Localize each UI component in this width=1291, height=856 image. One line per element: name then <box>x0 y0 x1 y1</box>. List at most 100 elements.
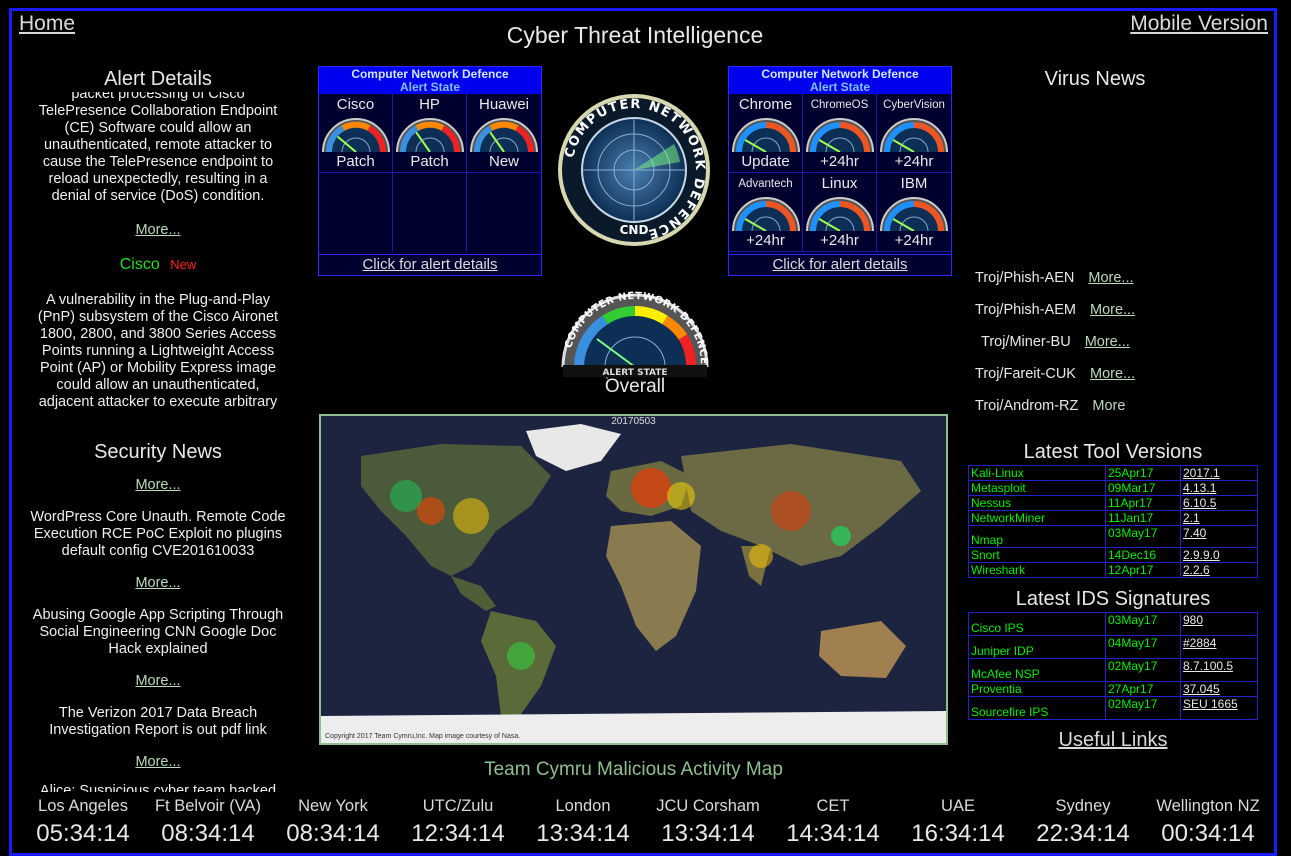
cnd-emblem-icon: COMPUTER NETWORK DEFENCE CND <box>558 94 710 246</box>
alert-vendor-line: Cisco New <box>28 256 288 274</box>
empty-cell <box>467 173 541 252</box>
ids-name: Juniper IDP <box>968 635 1106 659</box>
virus-item: Troj/Fareit-CUK More... <box>975 366 1135 382</box>
alert-details-link[interactable]: Click for alert details <box>729 254 951 275</box>
ids-name: McAfee NSP <box>968 658 1106 682</box>
clock-time: 00:34:14 <box>1161 820 1255 847</box>
ids-date: 03May17 <box>1105 612 1181 636</box>
virus-more-link[interactable]: More... <box>1090 366 1135 382</box>
vendor-cell-hp[interactable]: HP Patch <box>393 94 467 173</box>
alert-more-link[interactable]: More... <box>28 222 288 238</box>
alert-panel-vendors-right: Computer Network Defence Alert State Chr… <box>728 66 952 276</box>
gauge-icon <box>395 116 465 152</box>
security-more-link[interactable]: More... <box>28 575 288 591</box>
tool-version-link[interactable]: 7.40 <box>1180 525 1258 548</box>
ids-name: Proventia <box>968 681 1106 697</box>
vendor-cell-chrome[interactable]: Chrome Update <box>729 94 803 173</box>
vendor-name: CyberVision <box>883 99 945 111</box>
alert-details-scroll[interactable]: packet processing of Cisco TelePresence … <box>28 92 288 210</box>
map-copyright: Copyright 2017 Team Cymru,Inc. Map image… <box>325 733 521 740</box>
vendor-status: +24hr <box>894 153 934 170</box>
virus-more-link[interactable]: More <box>1092 398 1125 411</box>
tool-version-link[interactable]: 2.1 <box>1180 510 1258 526</box>
vendor-cell-cybervision[interactable]: CyberVision +24hr <box>877 94 951 173</box>
ids-version-link[interactable]: 980 <box>1180 612 1258 636</box>
tool-date: 25Apr17 <box>1105 465 1181 481</box>
security-more-link[interactable]: More... <box>28 754 288 770</box>
home-link[interactable]: Home <box>19 12 75 36</box>
panel-grid: Chrome Update ChromeOS +24hr CyberVision… <box>729 94 951 252</box>
security-more-link[interactable]: More... <box>28 673 288 689</box>
mobile-version-link[interactable]: Mobile Version <box>1130 12 1268 36</box>
clock-city: UAE <box>941 797 975 815</box>
clock: Wellington NZ 00:34:14 <box>1148 797 1268 848</box>
vendor-cell-advantech[interactable]: Advantech +24hr <box>729 173 803 252</box>
clock: Los Angeles 05:34:14 <box>23 797 143 848</box>
ids-version-link[interactable]: 8.7.100.5 <box>1180 658 1258 682</box>
vendor-name: Linux <box>821 175 858 192</box>
tool-row: Kali-Linux 25Apr17 2017.1 <box>968 465 1258 481</box>
tool-version-link[interactable]: 6.10.5 <box>1180 495 1258 511</box>
gauge-icon <box>321 116 391 152</box>
emblem-center-text: CND <box>620 223 649 237</box>
ids-version-link[interactable]: 37.045 <box>1180 681 1258 697</box>
ids-name: Cisco IPS <box>968 612 1106 636</box>
virus-name: Troj/Phish-AEN <box>975 270 1075 286</box>
clock: New York 08:34:14 <box>273 797 393 848</box>
gauge-icon <box>469 116 539 152</box>
alert-details-link[interactable]: Click for alert details <box>319 254 541 275</box>
clock-city: New York <box>298 797 368 815</box>
vendor-cell-chromeos[interactable]: ChromeOS +24hr <box>803 94 877 173</box>
clock-city: UTC/Zulu <box>422 797 494 815</box>
useful-links-link[interactable]: Useful Links <box>968 729 1258 752</box>
vendor-status: +24hr <box>820 232 859 249</box>
clock-time: 08:34:14 <box>286 820 380 847</box>
vendor-cell-huawei[interactable]: Huawei New <box>467 94 541 173</box>
tool-version-link[interactable]: 2017.1 <box>1180 465 1258 481</box>
security-more-link[interactable]: More... <box>28 477 288 493</box>
overall-gauge-icon[interactable]: COMPUTER NETWORK DEFENCE ALERT STATE <box>557 287 713 379</box>
panel-header: Computer Network Defence Alert State <box>729 67 951 94</box>
ids-version-link[interactable]: SEU 1665 <box>1180 696 1258 720</box>
vendor-cell-linux[interactable]: Linux +24hr <box>803 173 877 252</box>
tool-row: Nessus 11Apr17 6.10.5 <box>968 495 1258 511</box>
vendor-cell-ibm[interactable]: IBM +24hr <box>877 173 951 252</box>
tool-name: Snort <box>968 547 1106 563</box>
virus-item: Troj/Miner-BU More... <box>981 334 1130 350</box>
virus-name: Troj/Fareit-CUK <box>975 366 1076 382</box>
tool-version-link[interactable]: 2.2.6 <box>1180 562 1258 578</box>
virus-item: Troj/Phish-AEN More... <box>975 270 1134 286</box>
panel-header-title: Computer Network Defence <box>761 67 919 81</box>
clock-time: 13:34:14 <box>661 820 755 847</box>
virus-more-link[interactable]: More... <box>1088 270 1133 286</box>
ids-row: Juniper IDP 04May17 #2884 <box>968 635 1258 659</box>
virus-more-link[interactable]: More... <box>1085 334 1130 350</box>
panel-header-title: Computer Network Defence <box>351 67 509 81</box>
tool-version-link[interactable]: 4.13.1 <box>1180 480 1258 496</box>
tool-name: Nessus <box>968 495 1106 511</box>
virus-news-heading: Virus News <box>1044 68 1146 90</box>
map-caption: Team Cymru Malicious Activity Map <box>484 759 783 780</box>
virus-name: Troj/Androm-RZ <box>975 398 1079 411</box>
clock-time: 14:34:14 <box>786 820 880 847</box>
security-news-cut: Alice: Suspicious cyber team hacked <box>39 783 277 792</box>
tool-version-link[interactable]: 2.9.9.0 <box>1180 547 1258 563</box>
virus-more-link[interactable]: More... <box>1090 302 1135 318</box>
empty-cell <box>319 173 393 252</box>
clock-time: 05:34:14 <box>36 820 130 847</box>
vendor-cell-cisco[interactable]: Cisco Patch <box>319 94 393 173</box>
ids-version-link[interactable]: #2884 <box>1180 635 1258 659</box>
virus-news-list[interactable]: Troj/Phish-AEN More... Troj/Phish-AEM More… <box>965 266 1165 411</box>
alert-vendor: Cisco <box>119 256 160 273</box>
tool-name: Nmap <box>968 525 1106 548</box>
ids-date: 02May17 <box>1105 696 1181 720</box>
tool-date: 09Mar17 <box>1105 480 1181 496</box>
panel-grid: Cisco Patch HP Patch Huawei New <box>319 94 541 252</box>
gauge-icon <box>731 195 801 231</box>
malicious-activity-map[interactable]: 20170503 Copyright 2017 Team Cymru,Inc. … <box>319 414 948 745</box>
security-news-heading: Security News <box>94 441 222 463</box>
tool-row: Metasploit 09Mar17 4.13.1 <box>968 480 1258 496</box>
vendor-name: ChromeOS <box>810 99 869 111</box>
tool-versions-heading: Latest Tool Versions <box>1023 441 1203 463</box>
map-date: 20170503 <box>611 416 656 427</box>
